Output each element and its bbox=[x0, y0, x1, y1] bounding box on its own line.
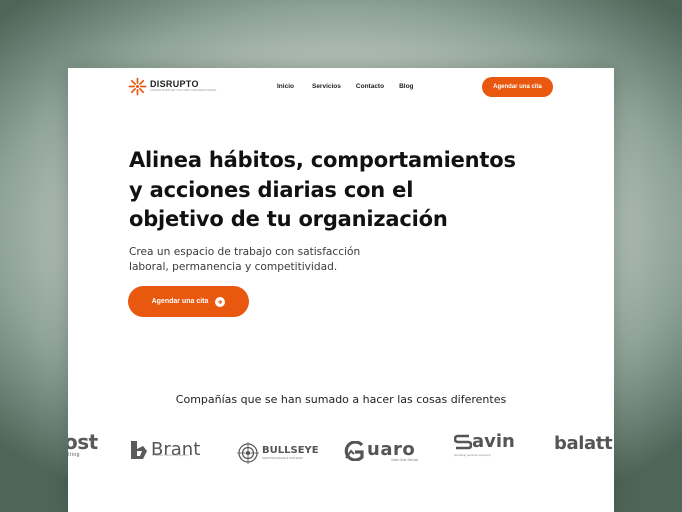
companies-heading: Compañías que se han sumado a hacer las … bbox=[175, 393, 507, 406]
top-navigation: DISRUPTO CONSULTORÍA EN CULTURA ORGANIZA… bbox=[68, 68, 614, 106]
target-icon bbox=[237, 442, 259, 464]
brant-mark-icon bbox=[131, 441, 147, 459]
guaro-g-icon bbox=[344, 441, 364, 461]
client-logo-bullseye: BULLSEYE SHOOTING RANGE & GUN SHOP bbox=[237, 435, 319, 471]
hero-schedule-button[interactable]: Agendar una cita bbox=[128, 286, 249, 317]
nav-link-servicios[interactable]: Servicios bbox=[312, 83, 341, 90]
client-logo-sub: plumbing services company bbox=[454, 453, 492, 457]
client-logo-name: ost bbox=[68, 430, 98, 454]
brand-logo[interactable]: DISRUPTO CONSULTORÍA EN CULTURA ORGANIZA… bbox=[128, 77, 217, 96]
sunburst-logo-icon bbox=[128, 77, 147, 96]
client-logo-guaro: uaro Voice Over Service bbox=[342, 433, 418, 469]
nav-link-blog[interactable]: Blog bbox=[399, 83, 413, 90]
hero-cta-label: Agendar una cita bbox=[151, 298, 209, 305]
brand-name: DISRUPTO bbox=[150, 79, 199, 90]
nav-link-contacto[interactable]: Contacto bbox=[356, 83, 384, 90]
client-logo-sub: Creative Platform & Agency bbox=[152, 453, 189, 457]
client-logo-name: BULLSEYE bbox=[262, 445, 319, 456]
nav-schedule-button[interactable]: Agendar una cita bbox=[482, 77, 553, 97]
brand-tagline: CONSULTORÍA EN CULTURA ORGANIZACIONAL bbox=[150, 89, 217, 93]
client-logos-carousel: ost sulting Brant Creative Platform & Ag… bbox=[68, 428, 614, 464]
hero-title-line: y acciones diarias con el bbox=[129, 177, 414, 202]
hero-subtitle: Crea un espacio de trabajo con satisfacc… bbox=[129, 245, 429, 275]
brand-wordmark: DISRUPTO CONSULTORÍA EN CULTURA ORGANIZA… bbox=[150, 80, 217, 93]
nav-link-inicio[interactable]: Inicio bbox=[277, 83, 294, 90]
client-logo-name: avin bbox=[472, 431, 515, 452]
client-logo-sub: Voice Over Service bbox=[391, 457, 419, 462]
hero-title-line: objetivo de tu organización bbox=[129, 207, 448, 231]
arrow-right-circle-icon bbox=[215, 296, 226, 307]
hero-title: Alinea hábitos, comportamientos y accion… bbox=[129, 146, 569, 235]
hero-subtitle-line: laboral, permanencia y competitividad. bbox=[129, 261, 338, 273]
client-logo-gavin: avin plumbing services company bbox=[454, 432, 515, 468]
main-menu: Inicio Servicios Contacto Blog bbox=[277, 83, 414, 90]
hero-subtitle-line: Crea un espacio de trabajo con satisfacc… bbox=[129, 246, 361, 258]
client-logo-ost: ost sulting bbox=[68, 432, 98, 468]
gavin-pipe-icon bbox=[454, 434, 472, 450]
hero-title-line: Alinea hábitos, comportamientos bbox=[129, 148, 516, 172]
client-logo-brant: Brant Creative Platform & Agency bbox=[129, 432, 200, 468]
client-logo-balatt: balatt bbox=[554, 433, 613, 470]
client-logo-name: balatt bbox=[554, 433, 613, 454]
website-card: DISRUPTO CONSULTORÍA EN CULTURA ORGANIZA… bbox=[68, 68, 614, 512]
client-logo-name: uaro bbox=[367, 438, 416, 460]
client-logo-sub: SHOOTING RANGE & GUN SHOP bbox=[262, 457, 303, 460]
